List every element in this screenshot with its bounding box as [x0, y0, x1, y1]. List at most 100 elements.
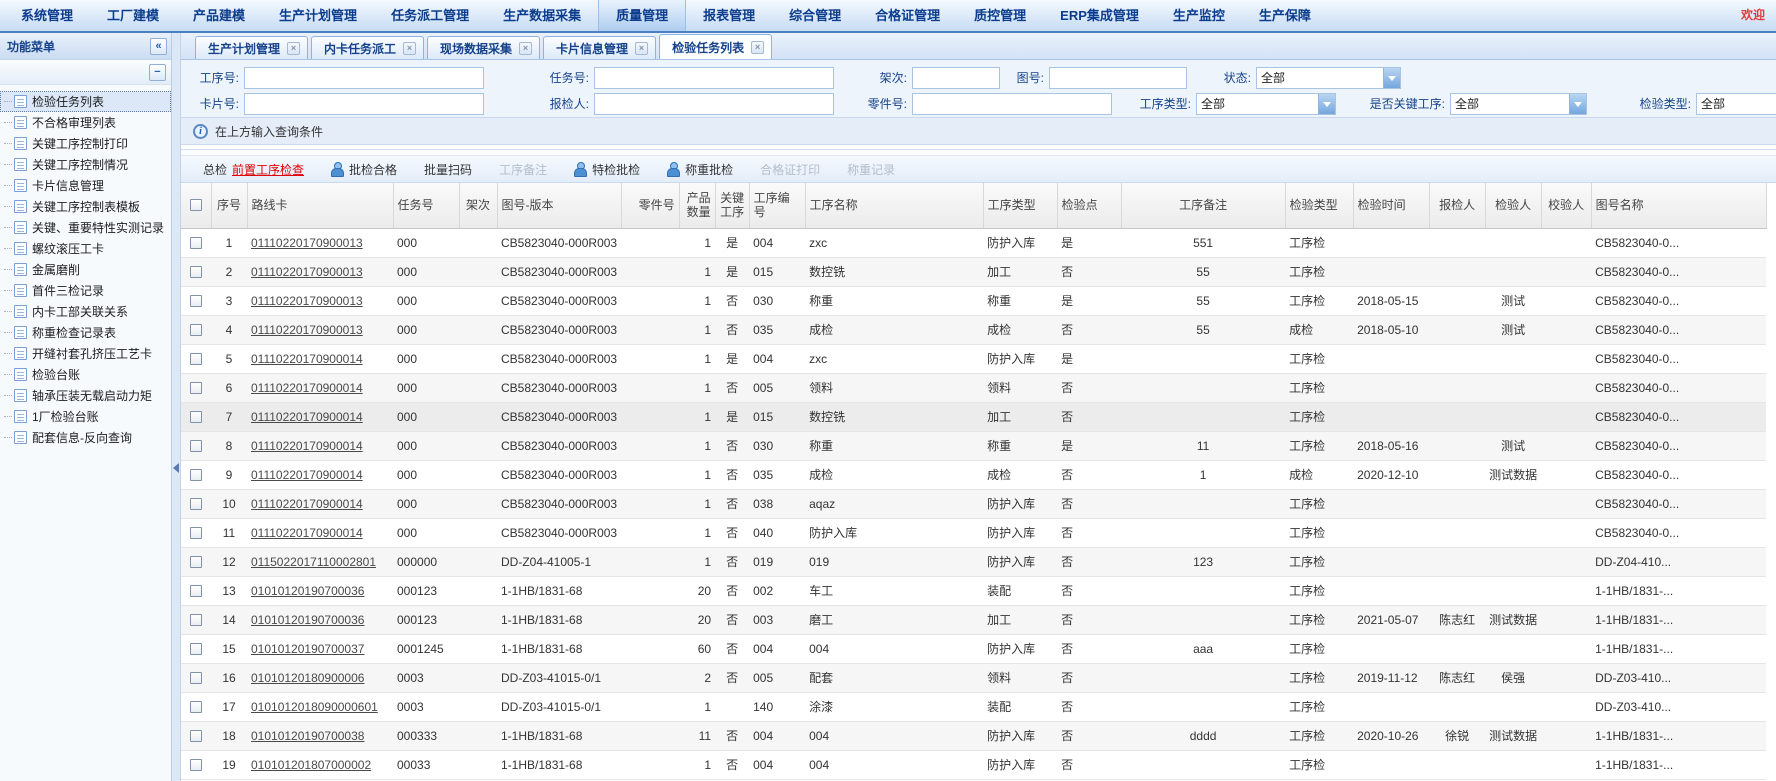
table-row[interactable]: 16010101201809000060003DD-Z03-41015-0/12… — [181, 663, 1766, 692]
route-card-link[interactable]: 01110220170900013 — [251, 294, 363, 308]
row-checkbox[interactable] — [190, 266, 202, 278]
drawing-no-input[interactable] — [1049, 67, 1187, 89]
card-no-input[interactable] — [244, 93, 484, 115]
route-card-link[interactable]: 01010120190700036 — [251, 613, 364, 627]
table-row[interactable]: 18010101201907000380003331-1HB/1831-6811… — [181, 721, 1766, 750]
sidebar-item-螺纹滚压工卡[interactable]: 螺纹滚压工卡 — [0, 238, 171, 259]
route-card-link[interactable]: 01110220170900014 — [251, 468, 363, 482]
splitter-arrow-icon[interactable] — [173, 463, 179, 473]
row-checkbox[interactable] — [190, 556, 202, 568]
tab-卡片信息管理[interactable]: 卡片信息管理× — [543, 36, 656, 59]
route-card-link[interactable]: 01110220170900014 — [251, 381, 363, 395]
table-row[interactable]: 601110220170900014000CB5823040-000R0031否… — [181, 373, 1766, 402]
pre-op-check-button[interactable]: 总检前置工序检查 — [203, 161, 304, 178]
tab-现场数据采集[interactable]: 现场数据采集× — [427, 36, 540, 59]
table-row[interactable]: 801110220170900014000CB5823040-000R0031否… — [181, 431, 1766, 460]
table-row[interactable]: 201110220170900013000CB5823040-000R0031是… — [181, 257, 1766, 286]
column-header-insp_type[interactable]: 检验类型 — [1285, 183, 1353, 228]
nav-item-任务派工管理[interactable]: 任务派工管理 — [374, 0, 486, 31]
chevron-down-icon[interactable] — [1318, 94, 1335, 114]
column-header-draw_ver[interactable]: 图号-版本 — [497, 183, 621, 228]
row-checkbox[interactable] — [190, 469, 202, 481]
key-op-select[interactable]: 全部 — [1450, 93, 1587, 115]
column-header-check_point[interactable]: 检验点 — [1057, 183, 1121, 228]
sidebar-collapse-icon[interactable]: « — [150, 38, 167, 55]
route-card-link[interactable]: 01110220170900013 — [251, 236, 363, 250]
status-select[interactable]: 全部 — [1256, 67, 1401, 89]
nav-item-ERP集成管理[interactable]: ERP集成管理 — [1043, 0, 1156, 31]
route-card-link[interactable]: 01010120190700036 — [251, 584, 364, 598]
batch-pass-button[interactable]: 批检合格 — [331, 161, 397, 178]
column-header-part_no[interactable]: 零件号 — [621, 183, 679, 228]
row-checkbox[interactable] — [190, 324, 202, 336]
row-checkbox[interactable] — [190, 585, 202, 597]
column-header-op_name[interactable]: 工序名称 — [805, 183, 983, 228]
row-checkbox[interactable] — [190, 411, 202, 423]
row-checkbox[interactable] — [190, 440, 202, 452]
tab-生产计划管理[interactable]: 生产计划管理× — [195, 36, 308, 59]
nav-item-生产计划管理[interactable]: 生产计划管理 — [262, 0, 374, 31]
table-row[interactable]: 701110220170900014000CB5823040-000R0031是… — [181, 402, 1766, 431]
row-checkbox[interactable] — [190, 527, 202, 539]
sidebar-item-关键工序控制表模板[interactable]: 关键工序控制表模板 — [0, 196, 171, 217]
batch-input[interactable] — [912, 67, 1000, 89]
route-card-link[interactable]: 01110220170900013 — [251, 323, 363, 337]
tab-close-icon[interactable]: × — [751, 41, 764, 54]
row-checkbox[interactable] — [190, 237, 202, 249]
sidebar-item-不合格审理列表[interactable]: 不合格审理列表 — [0, 112, 171, 133]
route-card-link[interactable]: 010101201807000002 — [251, 758, 371, 772]
route-card-link[interactable]: 01110220170900014 — [251, 439, 363, 453]
table-row[interactable]: 901110220170900014000CB5823040-000R0031否… — [181, 460, 1766, 489]
part-no-input[interactable] — [912, 93, 1112, 115]
route-card-link[interactable]: 01110220170900014 — [251, 352, 363, 366]
nav-item-质量管理[interactable]: 质量管理 — [598, 0, 686, 31]
route-card-link[interactable]: 01010120190700038 — [251, 729, 364, 743]
tab-close-icon[interactable]: × — [519, 42, 532, 55]
route-card-link[interactable]: 0101012018090000601 — [251, 700, 378, 714]
column-header-op_code[interactable]: 工序编号 — [749, 183, 805, 228]
row-checkbox[interactable] — [190, 614, 202, 626]
column-header-route[interactable]: 路线卡 — [247, 183, 393, 228]
reporter-input[interactable] — [594, 93, 834, 115]
tab-内卡任务派工[interactable]: 内卡任务派工× — [311, 36, 424, 59]
sidebar-item-关键、重要特性实测记录[interactable]: 关键、重要特性实测记录 — [0, 217, 171, 238]
tab-close-icon[interactable]: × — [287, 42, 300, 55]
column-header-key_op[interactable]: 关键工序 — [715, 183, 749, 228]
sidebar-item-检验任务列表[interactable]: 检验任务列表 — [0, 91, 171, 112]
sidebar-item-关键工序控制打印[interactable]: 关键工序控制打印 — [0, 133, 171, 154]
column-header-qty[interactable]: 产品数量 — [679, 183, 715, 228]
select-all-checkbox[interactable] — [190, 199, 202, 211]
sidebar-item-开缝衬套孔挤压工艺卡[interactable]: 开缝衬套孔挤压工艺卡 — [0, 343, 171, 364]
special-batch-check-button[interactable]: 特检批检 — [574, 161, 640, 178]
sidebar-item-配套信息-反向查询[interactable]: 配套信息-反向查询 — [0, 427, 171, 448]
nav-item-合格证管理[interactable]: 合格证管理 — [858, 0, 957, 31]
weigh-batch-check-button[interactable]: 称重批检 — [667, 161, 733, 178]
sidebar-item-关键工序控制情况[interactable]: 关键工序控制情况 — [0, 154, 171, 175]
tab-close-icon[interactable]: × — [635, 42, 648, 55]
nav-item-报表管理[interactable]: 报表管理 — [686, 0, 772, 31]
row-checkbox[interactable] — [190, 295, 202, 307]
row-checkbox[interactable] — [190, 353, 202, 365]
batch-scan-button[interactable]: 批量扫码 — [424, 161, 472, 178]
table-row[interactable]: 120115022017110002801000000DD-Z04-41005-… — [181, 547, 1766, 576]
row-checkbox[interactable] — [190, 759, 202, 771]
column-header-batch[interactable]: 架次 — [459, 183, 497, 228]
nav-item-生产数据采集[interactable]: 生产数据采集 — [486, 0, 598, 31]
sidebar-item-首件三检记录[interactable]: 首件三检记录 — [0, 280, 171, 301]
table-row[interactable]: 401110220170900013000CB5823040-000R0031否… — [181, 315, 1766, 344]
route-card-link[interactable]: 01110220170900013 — [251, 265, 363, 279]
chevron-down-icon[interactable] — [1383, 68, 1400, 88]
table-row[interactable]: 14010101201907000360001231-1HB/1831-6820… — [181, 605, 1766, 634]
row-checkbox[interactable] — [190, 701, 202, 713]
column-header-task[interactable]: 任务号 — [393, 183, 459, 228]
row-checkbox[interactable] — [190, 382, 202, 394]
route-card-link[interactable]: 01110220170900014 — [251, 526, 363, 540]
nav-item-综合管理[interactable]: 综合管理 — [772, 0, 858, 31]
sidebar-splitter[interactable] — [172, 33, 181, 781]
route-card-link[interactable]: 01010120190700037 — [251, 642, 364, 656]
column-header-insp_time[interactable]: 检验时间 — [1353, 183, 1429, 228]
table-row[interactable]: 19010101201807000002000331-1HB/1831-681否… — [181, 750, 1766, 779]
column-header-draw_name[interactable]: 图号名称 — [1591, 183, 1766, 228]
column-header-op_remark[interactable]: 工序备注 — [1121, 183, 1285, 228]
insp-type-select[interactable]: 全部 — [1696, 93, 1776, 115]
